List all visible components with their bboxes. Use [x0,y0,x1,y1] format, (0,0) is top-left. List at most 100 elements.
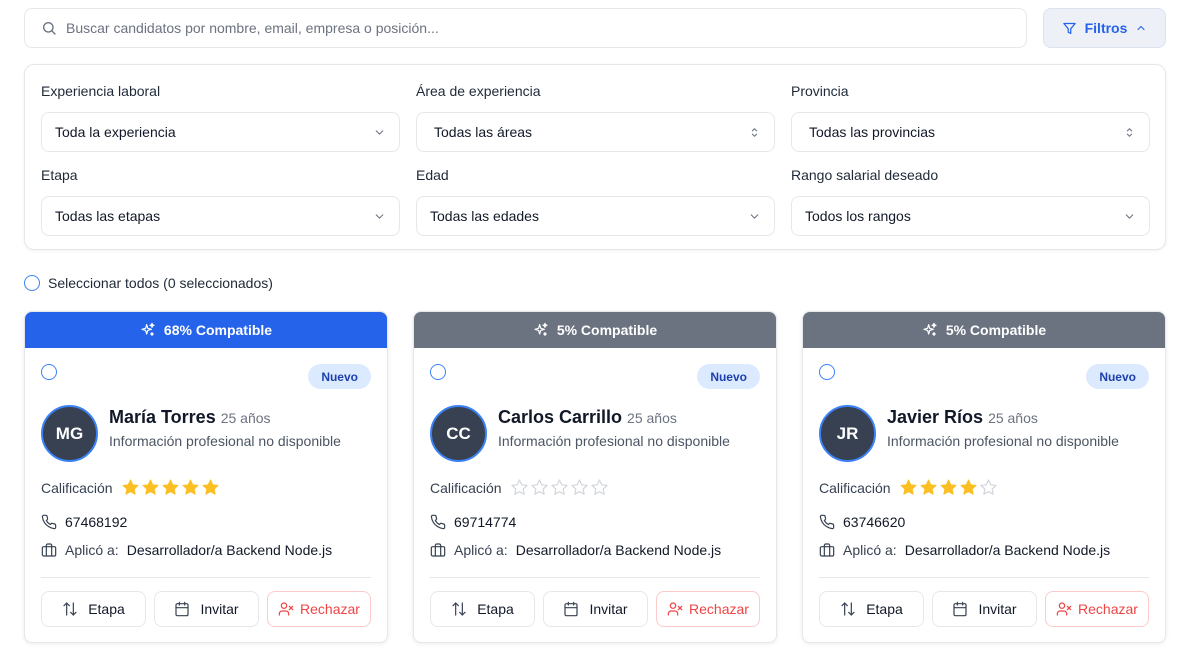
avatar: JR [819,405,876,462]
compatibility-label: 68% Compatible [163,322,273,338]
rating-row: Calificación [430,478,609,497]
stage-button-label: Etapa [477,601,514,617]
star-empty-icon[interactable] [570,478,589,497]
chevron-up-icon [1137,25,1145,31]
select-value: Todas las etapas [55,208,161,224]
chevron-down-icon [375,129,384,135]
star-empty-icon[interactable] [550,478,569,497]
star-empty-icon[interactable] [590,478,609,497]
candidate-phone: 69714774 [454,514,517,530]
card-actions: Etapa Invitar Rechazar [430,591,760,627]
invite-button-label: Invitar [589,601,628,617]
candidate-name-line: María Torres 25 años [109,407,271,428]
reject-button[interactable]: Rechazar [1045,591,1149,627]
reject-button[interactable]: Rechazar [267,591,371,627]
rating-label: Calificación [430,479,502,496]
invite-button[interactable]: Invitar [543,591,648,627]
star-empty-icon[interactable] [979,478,998,497]
status-badge: Nuevo [1086,364,1149,389]
reject-button[interactable]: Rechazar [656,591,760,627]
star-empty-icon[interactable] [510,478,529,497]
star-filled-icon[interactable] [121,478,140,497]
filter-group-province: Provincia Todas las provincias [791,83,1150,152]
reject-button-label: Rechazar [300,601,360,617]
reject-button-label: Rechazar [689,601,749,617]
star-filled-icon[interactable] [959,478,978,497]
candidate-select-radio[interactable] [41,364,57,380]
area-select[interactable]: Todas las áreas [416,112,775,152]
star-rating[interactable] [510,478,609,497]
filter-group-stage: Etapa Todas las etapas [41,167,400,236]
candidate-select-radio[interactable] [430,364,446,380]
star-filled-icon[interactable] [919,478,938,497]
rating-label: Calificación [41,479,113,496]
avatar: CC [430,405,487,462]
salary-select[interactable]: Todos los rangos [791,196,1150,236]
arrow-up-down-icon [841,602,855,616]
filter-label: Rango salarial deseado [791,167,939,183]
star-rating[interactable] [899,478,998,497]
filters-toggle-button[interactable]: Filtros [1043,8,1166,48]
invite-button[interactable]: Invitar [154,591,259,627]
chevron-down-icon [750,213,759,219]
select-all[interactable]: Seleccionar todos (0 seleccionados) [24,275,273,291]
applied-prefix: Aplicó a: [454,542,508,558]
stage-button[interactable]: Etapa [430,591,535,627]
candidate-info: Información profesional no disponible [887,433,1119,449]
candidate-age: 25 años [988,410,1038,426]
search-input[interactable] [66,20,1026,36]
invite-button-label: Invitar [978,601,1017,617]
arrow-up-down-icon [452,602,466,616]
candidate-name[interactable]: Carlos Carrillo [498,407,622,428]
reject-button-label: Rechazar [1078,601,1138,617]
select-value: Todas las áreas [434,124,533,140]
search-bar[interactable] [24,8,1027,48]
sparkles-icon [534,322,548,336]
user-x-icon [278,602,294,616]
experience-select[interactable]: Toda la experiencia [41,112,400,152]
applied-position: Desarrollador/a Backend Node.js [515,542,722,558]
star-filled-icon[interactable] [201,478,220,497]
phone-row: 69714774 [430,514,516,530]
phone-row: 63746620 [819,514,905,530]
star-rating[interactable] [121,478,220,497]
candidate-name-line: Carlos Carrillo 25 años [498,407,677,428]
province-select[interactable]: Todas las provincias [791,112,1150,152]
age-select[interactable]: Todas las edades [416,196,775,236]
star-filled-icon[interactable] [141,478,160,497]
status-badge: Nuevo [308,364,371,389]
candidate-info: Información profesional no disponible [109,433,341,449]
select-all-radio[interactable] [24,275,40,291]
phone-icon [819,514,835,530]
invite-button-label: Invitar [200,601,239,617]
star-filled-icon[interactable] [899,478,918,497]
star-empty-icon[interactable] [530,478,549,497]
phone-icon [41,514,57,530]
candidate-name[interactable]: María Torres [109,407,216,428]
star-filled-icon[interactable] [161,478,180,497]
briefcase-icon [430,543,446,557]
filter-group-experience: Experiencia laboral Toda la experiencia [41,83,400,152]
search-icon [43,22,56,35]
invite-button[interactable]: Invitar [932,591,1037,627]
candidate-name[interactable]: Javier Ríos [887,407,983,428]
filters-button-label: Filtros [1084,20,1128,36]
applied-prefix: Aplicó a: [65,542,119,558]
compatibility-label: 5% Compatible [556,322,658,338]
stage-select[interactable]: Todas las etapas [41,196,400,236]
star-filled-icon[interactable] [181,478,200,497]
filter-icon [1062,22,1076,34]
star-filled-icon[interactable] [939,478,958,497]
candidate-select-radio[interactable] [819,364,835,380]
stage-button[interactable]: Etapa [819,591,924,627]
filters-panel: Experiencia laboral Toda la experiencia … [24,64,1166,250]
candidate-card: 5% Compatible Nuevo JR Javier Ríos 25 añ… [802,311,1166,643]
candidate-info: Información profesional no disponible [498,433,730,449]
stage-button-label: Etapa [866,601,903,617]
candidate-age: 25 años [220,410,271,426]
filter-label: Área de experiencia [416,83,541,99]
compatibility-header: 5% Compatible [803,312,1165,348]
applied-row: Aplicó a: Desarrollador/a Backend Node.j… [430,542,721,558]
applied-position: Desarrollador/a Backend Node.js [904,542,1111,558]
stage-button[interactable]: Etapa [41,591,146,627]
